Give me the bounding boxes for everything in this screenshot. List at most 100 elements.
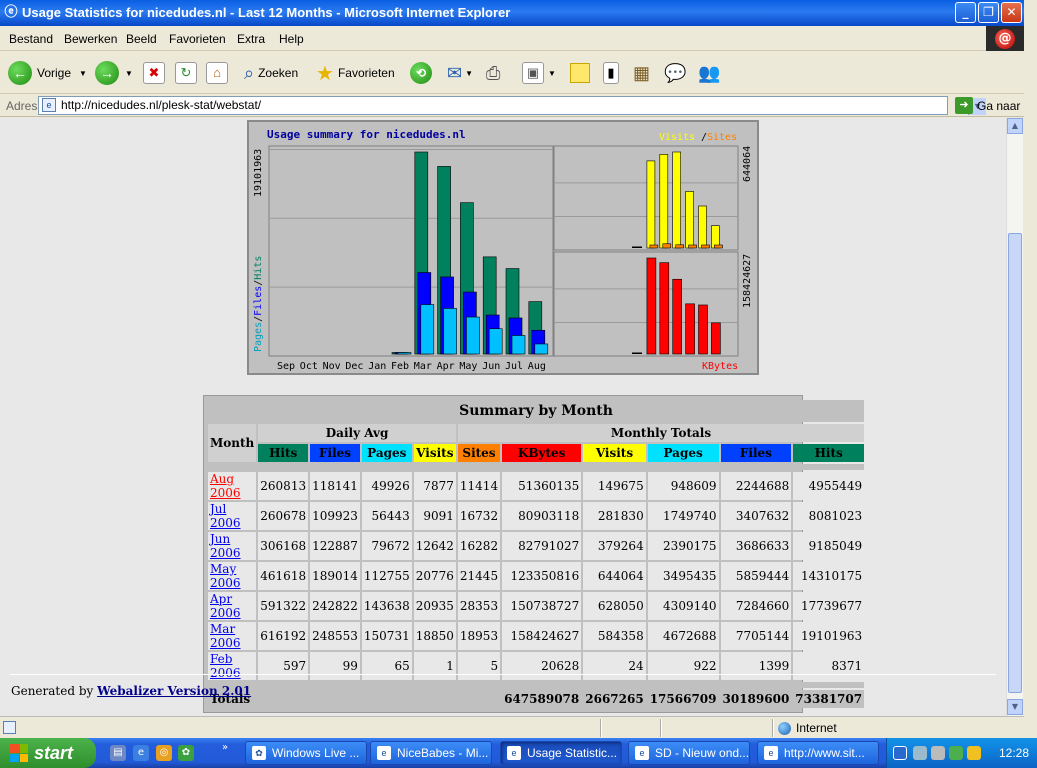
- scroll-up-icon[interactable]: ▲: [1007, 118, 1023, 134]
- month-link[interactable]: Mar 2006: [210, 622, 241, 650]
- col-monthly-sites: Sites: [457, 444, 501, 462]
- media-icon: ▦: [633, 62, 651, 83]
- vertical-scrollbar[interactable]: ▲ ▼: [1006, 118, 1023, 716]
- daily-cell: 9091: [413, 502, 456, 530]
- refresh-button[interactable]: ↻: [175, 60, 197, 86]
- search-icon: ⌕: [244, 62, 255, 83]
- quicklaunch-messenger-icon[interactable]: ✿: [178, 745, 194, 761]
- tray-messenger-icon[interactable]: [949, 746, 963, 760]
- pages-bar: [397, 352, 412, 355]
- sites-bar: [662, 243, 672, 249]
- history-button[interactable]: ⟲: [410, 60, 432, 86]
- back-button[interactable]: ← Vorige ▼: [8, 60, 87, 86]
- visits-bar: [711, 225, 720, 249]
- daily-cell: 616192: [258, 622, 309, 650]
- security-zone: Internet: [778, 721, 837, 735]
- daily-cell: 260813: [258, 472, 309, 500]
- task-windows-live[interactable]: ✿ Windows Live ...: [245, 741, 367, 765]
- mail-button[interactable]: ✉ ▼: [447, 60, 473, 86]
- sites-bar: [714, 244, 723, 249]
- menu-favorieten[interactable]: Favorieten: [169, 32, 226, 46]
- quicklaunch-explorer-icon[interactable]: ▤: [110, 745, 126, 761]
- tray-user-icon[interactable]: [931, 746, 945, 760]
- task-http-sit[interactable]: e http://www.sit...: [757, 741, 879, 765]
- tray-network-icon[interactable]: [913, 746, 927, 760]
- month-link[interactable]: Apr 2006: [210, 592, 241, 620]
- x-tick-label: Dec: [345, 361, 363, 372]
- monthly-cell: 150738727: [502, 592, 582, 620]
- tray-expand-icon[interactable]: [893, 746, 907, 760]
- menu-help[interactable]: Help: [279, 32, 304, 46]
- windows-flag-icon: [10, 744, 28, 762]
- notes-button[interactable]: [570, 60, 590, 86]
- legend-kbytes: KBytes: [702, 361, 738, 372]
- contacts-button[interactable]: 👥: [698, 60, 720, 86]
- note-icon: [570, 63, 590, 83]
- month-link[interactable]: Jul 2006: [210, 502, 241, 530]
- forward-dropdown-icon[interactable]: ▼: [125, 69, 133, 78]
- menu-bestand[interactable]: Bestand: [9, 32, 53, 46]
- go-button[interactable]: ➜ Ga naar: [955, 97, 1020, 114]
- visits-bar: [672, 151, 682, 249]
- month-link[interactable]: Aug 2006: [210, 472, 241, 500]
- daily-cell: 143638: [361, 592, 412, 620]
- discuss-button[interactable]: 💬: [664, 60, 686, 86]
- menu-beeld[interactable]: Beeld: [126, 32, 157, 46]
- quicklaunch-media-icon[interactable]: ◎: [156, 745, 172, 761]
- month-link[interactable]: Jun 2006: [210, 532, 241, 560]
- tray-security-icon[interactable]: [967, 746, 981, 760]
- daily-cell: 56443: [361, 502, 412, 530]
- scroll-thumb[interactable]: [1008, 233, 1022, 693]
- task-sd-nieuw[interactable]: e SD - Nieuw ond...: [628, 741, 750, 765]
- scroll-down-icon[interactable]: ▼: [1007, 699, 1023, 715]
- quicklaunch-ie-icon[interactable]: e: [133, 745, 149, 761]
- task-usage-statistics[interactable]: e Usage Statistic...: [500, 741, 622, 765]
- daily-cell: 122887: [310, 532, 360, 560]
- month-link[interactable]: Feb 2006: [210, 652, 241, 680]
- quicklaunch-more-icon[interactable]: »: [222, 742, 228, 753]
- col-daily-visits: Visits: [413, 444, 456, 462]
- search-button[interactable]: ⌕ Zoeken: [244, 60, 298, 86]
- menu-bewerken[interactable]: Bewerken: [64, 32, 117, 46]
- edit-button[interactable]: ▣ ▼: [522, 60, 556, 86]
- visits-bar: [685, 191, 694, 249]
- taskbar: start ▤ e ◎ ✿ » ✿ Windows Live ... e NiceB…: [0, 738, 1037, 768]
- stop-button[interactable]: ✖: [143, 60, 165, 86]
- month-link[interactable]: May 2006: [210, 562, 241, 590]
- daily-cell: 112755: [361, 562, 412, 590]
- total-kbytes: 647589078: [502, 690, 582, 708]
- sites-bar: [675, 244, 685, 249]
- edit-dropdown-icon[interactable]: ▼: [548, 69, 556, 78]
- monthly-cell: 5859444: [720, 562, 792, 590]
- task-nicebabes[interactable]: e NiceBabes - Mi...: [370, 741, 492, 765]
- daily-cell: 118141: [310, 472, 360, 500]
- col-daily-hits: Hits: [258, 444, 309, 462]
- close-button[interactable]: ✕: [1001, 2, 1022, 23]
- forward-button[interactable]: → ▼: [95, 60, 133, 86]
- messenger-button[interactable]: ▮: [603, 60, 619, 86]
- col-daily-files: Files: [310, 444, 360, 462]
- print-button[interactable]: ⎙: [486, 60, 500, 86]
- monthly-cell: 948609: [647, 472, 719, 500]
- table-row: Jul 2006 260678 109923 56443 9091 16732 809031…: [208, 502, 865, 530]
- address-input[interactable]: e http://nicedudes.nl/plesk-stat/webstat…: [38, 96, 986, 115]
- daily-cell: 260678: [258, 502, 309, 530]
- minimize-button[interactable]: _: [955, 2, 976, 23]
- monthly-cell: 82791027: [502, 532, 582, 560]
- webalizer-link[interactable]: Webalizer Version 2.01: [97, 684, 251, 698]
- month-header: Month: [208, 424, 257, 462]
- speech-bubble-icon: 💬: [664, 62, 687, 83]
- start-button[interactable]: start: [0, 738, 96, 768]
- maximize-button[interactable]: ❐: [978, 2, 999, 23]
- window-titlebar[interactable]: ⓔ Usage Statistics for nicedudes.nl - La…: [0, 0, 1024, 26]
- home-button[interactable]: ⌂: [206, 60, 228, 86]
- favorites-button[interactable]: ★ Favorieten: [316, 60, 395, 86]
- menu-extra[interactable]: Extra: [237, 32, 265, 46]
- monthly-cell: 80903118: [502, 502, 582, 530]
- pages-bar: [534, 343, 549, 355]
- mail-dropdown-icon[interactable]: ▼: [465, 69, 473, 78]
- back-dropdown-icon[interactable]: ▼: [79, 69, 87, 78]
- kbytes-bar: [685, 303, 695, 355]
- back-arrow-icon: ←: [8, 61, 32, 85]
- media-button[interactable]: ▦: [633, 60, 650, 86]
